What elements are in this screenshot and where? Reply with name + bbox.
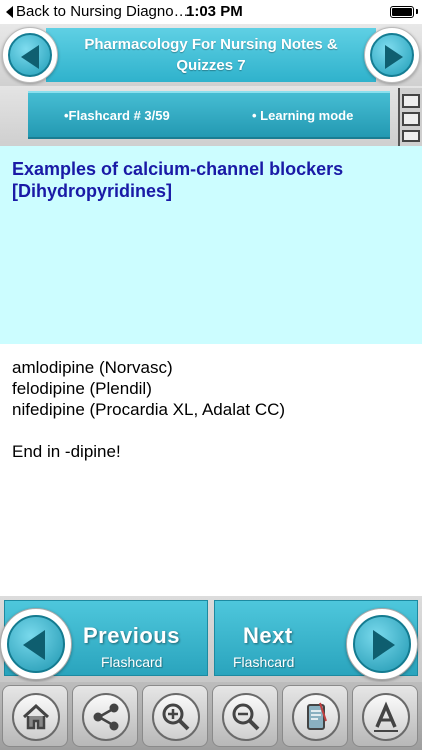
mode-label: • Learning mode <box>252 108 354 123</box>
arrow-left-icon <box>23 630 45 660</box>
question-panel: Examples of calcium-channel blockers [Di… <box>0 146 422 344</box>
back-to-app-link[interactable]: Back to Nursing Diagno… <box>6 3 189 20</box>
question-text: Examples of calcium-channel blockers [Di… <box>12 159 344 201</box>
bottom-toolbar <box>0 682 422 750</box>
page-title: Pharmacology For Nursing Notes & Quizzes… <box>84 36 338 74</box>
answer-line: nifedipine (Procardia XL, Adalat CC) <box>12 400 286 419</box>
film-strip-icon[interactable] <box>398 88 422 146</box>
header-back-button[interactable] <box>2 27 58 83</box>
back-to-app-label: Back to Nursing Diagno… <box>16 3 189 20</box>
home-button[interactable] <box>2 685 68 747</box>
answer-line: End in -dipine! <box>12 442 121 461</box>
status-bar: Back to Nursing Diagno… 1:03 PM <box>0 0 422 24</box>
previous-sub-label: Flashcard <box>101 654 163 670</box>
next-label: Next <box>243 623 293 648</box>
previous-arrow-button[interactable] <box>0 608 72 680</box>
home-icon <box>22 703 50 730</box>
answer-panel: amlodipine (Norvasc) felodipine (Plendil… <box>0 344 422 596</box>
zoom-in-icon <box>162 703 190 731</box>
notes-button[interactable] <box>282 685 348 747</box>
answer-line: amlodipine (Norvasc) <box>12 358 173 377</box>
zoom-out-button[interactable] <box>212 685 278 747</box>
previous-label: Previous <box>83 623 180 648</box>
back-arrow-icon <box>6 5 13 18</box>
share-button[interactable] <box>72 685 138 747</box>
battery-icon <box>390 6 414 18</box>
info-bar-container: •Flashcard # 3/59 • Learning mode <box>0 86 422 146</box>
header-forward-button[interactable] <box>364 27 420 83</box>
arrow-right-icon <box>373 630 395 660</box>
header: Pharmacology For Nursing Notes & Quizzes… <box>0 24 422 86</box>
flashcard-counter: •Flashcard # 3/59 <box>64 108 170 123</box>
navigation-area: Previous Flashcard Next Flashcard <box>0 596 422 682</box>
share-icon <box>93 703 119 731</box>
font-icon <box>374 701 398 732</box>
info-bar: •Flashcard # 3/59 • Learning mode <box>28 91 390 139</box>
arrow-right-icon <box>385 45 403 69</box>
zoom-in-button[interactable] <box>142 685 208 747</box>
zoom-out-icon <box>232 703 260 731</box>
answer-line: felodipine (Plendil) <box>12 379 152 398</box>
next-sub-label: Flashcard <box>233 654 295 670</box>
next-arrow-button[interactable] <box>346 608 418 680</box>
font-button[interactable] <box>352 685 418 747</box>
notes-icon <box>307 702 327 730</box>
status-time: 1:03 PM <box>186 3 243 20</box>
arrow-left-icon <box>21 45 39 69</box>
